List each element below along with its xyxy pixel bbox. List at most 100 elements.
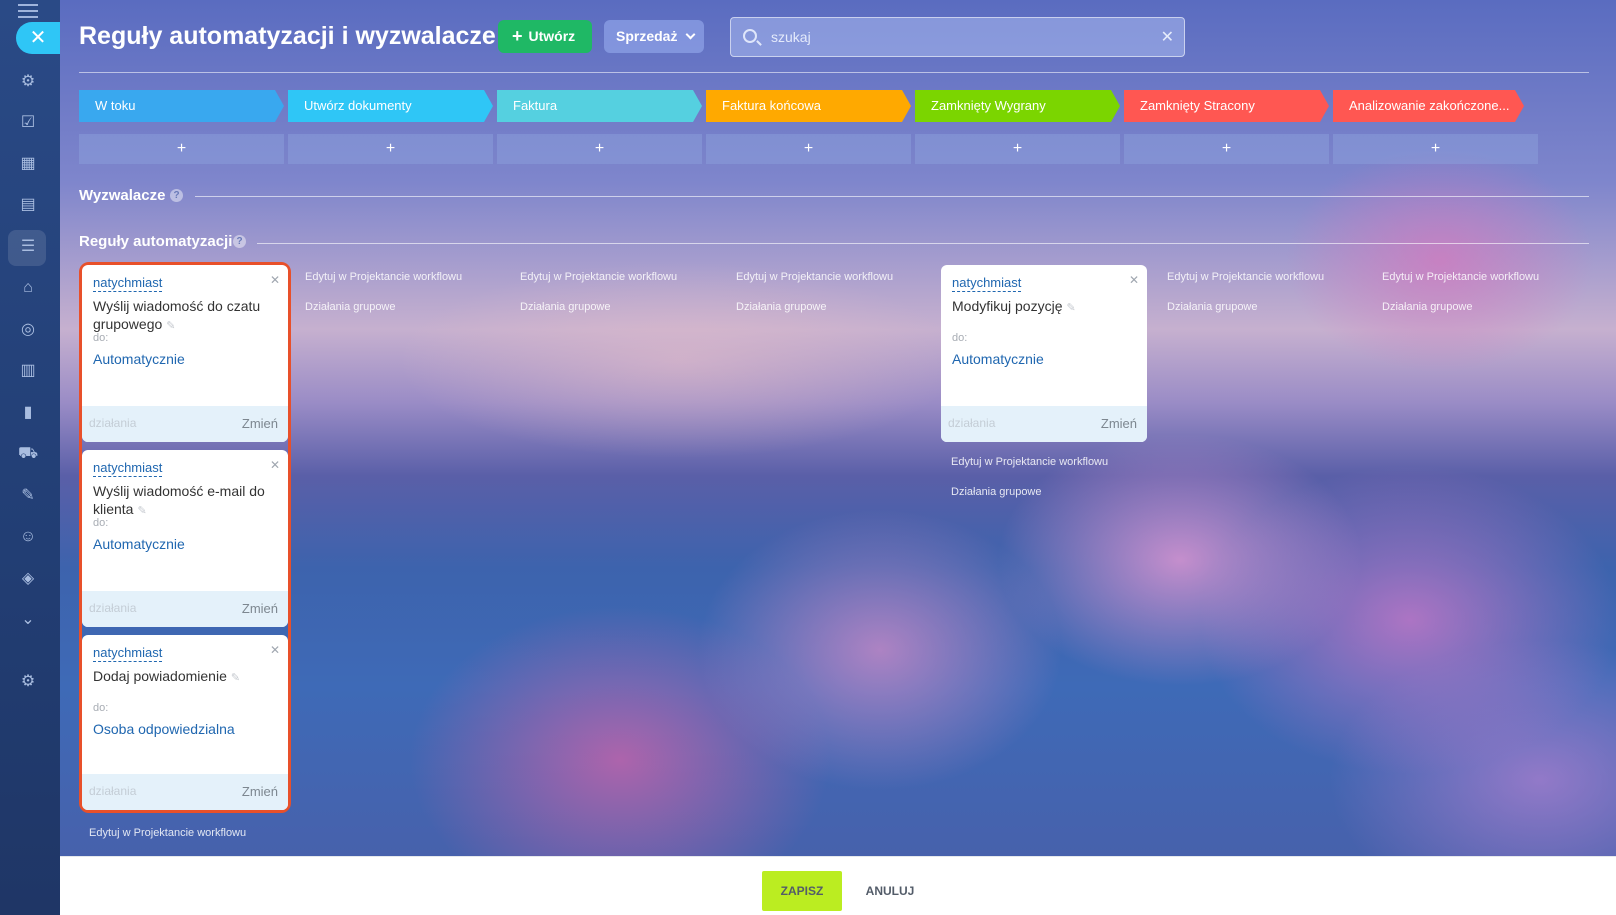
bottom-action-bar: ZAPISZ ANULUJ xyxy=(60,856,1616,915)
delete-rule-icon[interactable]: ✕ xyxy=(270,458,280,472)
stage-header: Faktura końcowa xyxy=(706,90,911,122)
delete-rule-icon[interactable]: ✕ xyxy=(270,643,280,657)
edit-in-designer-link[interactable]: Edytuj w Projektancie workflowu xyxy=(1167,271,1324,283)
edit-in-designer-link[interactable]: Edytuj w Projektancie workflowu xyxy=(89,827,246,839)
rule-to-label: do: xyxy=(93,517,109,529)
rule-recipient[interactable]: Osoba odpowiedzialna xyxy=(93,721,235,737)
search-input[interactable] xyxy=(771,18,1151,56)
tasks-icon[interactable]: ☑ xyxy=(18,113,38,133)
rule-card[interactable]: natychmiast ✕ Dodaj powiadomienie ✎ do: O… xyxy=(82,635,288,810)
stage-header: Zamknięty Wygrany xyxy=(915,90,1120,122)
edit-in-designer-link[interactable]: Edytuj w Projektancie workflowu xyxy=(951,456,1108,468)
header-divider xyxy=(79,72,1589,73)
add-trigger-button[interactable]: + xyxy=(288,134,493,164)
robot-icon[interactable]: ☺ xyxy=(18,527,38,547)
edit-pencil-icon[interactable]: ✎ xyxy=(1067,302,1076,314)
store-icon[interactable]: ⌂ xyxy=(18,278,38,298)
rule-change-button[interactable]: Zmień xyxy=(242,601,278,616)
add-trigger-button[interactable]: + xyxy=(1124,134,1329,164)
left-rail: ⚙ ☑ ▦ ▤ ☰ ⌂ ◎ ▥ ▮ ⛟ ✎ ☺ ◈ ⌄ ⚙ xyxy=(0,0,60,915)
group-actions-link[interactable]: Działania grupowe xyxy=(1167,301,1258,313)
help-icon[interactable]: ? xyxy=(233,235,246,248)
triggers-heading: Wyzwalacze xyxy=(79,187,166,204)
search-icon xyxy=(743,29,757,43)
rule-card-footer: działania Zmień xyxy=(941,406,1147,442)
group-actions-link[interactable]: Działania grupowe xyxy=(305,301,396,313)
help-icon[interactable]: ? xyxy=(170,189,183,202)
group-actions-link[interactable]: Działania grupowe xyxy=(951,486,1042,498)
rule-timing-link[interactable]: natychmiast xyxy=(93,275,163,292)
rule-card[interactable]: natychmiast ✕ Wyślij wiadomość do czatu … xyxy=(82,265,288,442)
add-trigger-button[interactable]: + xyxy=(1333,134,1538,164)
section-divider xyxy=(257,243,1589,244)
rule-change-button[interactable]: Zmień xyxy=(1101,416,1137,431)
rule-to-label: do: xyxy=(93,332,109,344)
edit-in-designer-link[interactable]: Edytuj w Projektancie workflowu xyxy=(1382,271,1539,283)
add-trigger-button[interactable]: + xyxy=(497,134,702,164)
rules-heading: Reguły automatyzacji xyxy=(79,233,233,250)
rule-name: Wyślij wiadomość e-mail do klienta ✎ xyxy=(93,483,265,517)
edit-in-designer-link[interactable]: Edytuj w Projektancie workflowu xyxy=(520,271,677,283)
group-actions-link[interactable]: Działania grupowe xyxy=(520,301,611,313)
edit-pencil-icon[interactable]: ✎ xyxy=(166,320,175,332)
settings-icon[interactable]: ⚙ xyxy=(18,672,38,692)
chat-icon[interactable]: ▤ xyxy=(18,195,38,215)
save-button[interactable]: ZAPISZ xyxy=(762,871,842,911)
clear-search-icon[interactable]: ✕ xyxy=(1161,27,1174,47)
rule-name: Wyślij wiadomość do czatu grupowego ✎ xyxy=(93,298,261,332)
delete-rule-icon[interactable]: ✕ xyxy=(270,273,280,287)
add-trigger-button[interactable]: + xyxy=(915,134,1120,164)
rule-change-button[interactable]: Zmień xyxy=(242,784,278,799)
chevron-down-icon[interactable]: ⌄ xyxy=(18,610,38,630)
rule-card[interactable]: natychmiast ✕ Modyfikuj pozycję ✎ do: Aut… xyxy=(941,265,1147,442)
rule-recipient[interactable]: Automatycznie xyxy=(952,351,1044,367)
funnel-icon[interactable]: ☰ xyxy=(18,237,38,257)
menu-icon[interactable] xyxy=(18,4,38,18)
group-actions-link[interactable]: Działania grupowe xyxy=(736,301,827,313)
calendar-icon[interactable]: ▦ xyxy=(18,154,38,174)
rule-actions-label: działania xyxy=(948,416,996,430)
analytics-icon[interactable]: ▮ xyxy=(18,403,38,423)
rule-card[interactable]: natychmiast ✕ Wyślij wiadomość e-mail do… xyxy=(82,450,288,627)
cancel-button[interactable]: ANULUJ xyxy=(860,871,920,911)
rule-name: Modyfikuj pozycję ✎ xyxy=(952,298,1076,314)
close-slider-button[interactable]: ✕ xyxy=(16,22,60,54)
close-icon: ✕ xyxy=(29,27,47,49)
stage-header: Faktura xyxy=(497,90,702,122)
stage-header: Zamknięty Stracony xyxy=(1124,90,1329,122)
group-actions-link[interactable]: Działania grupowe xyxy=(1382,301,1473,313)
rule-card-footer: działania Zmień xyxy=(82,774,288,810)
crm-icon[interactable]: ⚙ xyxy=(18,72,38,92)
rule-to-label: do: xyxy=(93,702,109,714)
create-button-label: Utwórz xyxy=(528,28,576,44)
rule-actions-label: działania xyxy=(89,601,137,615)
rule-recipient[interactable]: Automatycznie xyxy=(93,536,185,552)
rule-timing-link[interactable]: natychmiast xyxy=(93,460,163,477)
create-button[interactable]: + Utwórz xyxy=(498,20,592,53)
search-box: ✕ xyxy=(730,17,1185,57)
rule-timing-link[interactable]: natychmiast xyxy=(952,275,1022,292)
delete-rule-icon[interactable]: ✕ xyxy=(1129,273,1139,287)
sign-icon[interactable]: ✎ xyxy=(18,486,38,506)
plus-icon: + xyxy=(512,26,523,46)
box-icon[interactable]: ◈ xyxy=(18,569,38,589)
cart-icon[interactable]: ⛟ xyxy=(18,444,38,464)
stage-header: Analizowanie zakończone... xyxy=(1333,90,1524,122)
page-title: Reguły automatyzacji i wyzwalacze xyxy=(79,22,496,50)
target-icon[interactable]: ◎ xyxy=(18,320,38,340)
rule-name: Dodaj powiadomienie ✎ xyxy=(93,668,241,684)
rule-timing-link[interactable]: natychmiast xyxy=(93,645,163,662)
rule-change-button[interactable]: Zmień xyxy=(242,416,278,431)
category-label: Sprzedaż xyxy=(616,28,678,44)
stage-header: W toku xyxy=(79,90,284,122)
rule-card-footer: działania Zmień xyxy=(82,591,288,627)
rule-recipient[interactable]: Automatycznie xyxy=(93,351,185,367)
edit-in-designer-link[interactable]: Edytuj w Projektancie workflowu xyxy=(305,271,462,283)
schedule-icon[interactable]: ▥ xyxy=(18,361,38,381)
edit-pencil-icon[interactable]: ✎ xyxy=(231,672,240,684)
edit-in-designer-link[interactable]: Edytuj w Projektancie workflowu xyxy=(736,271,893,283)
add-trigger-button[interactable]: + xyxy=(79,134,284,164)
category-dropdown[interactable]: Sprzedaż xyxy=(604,20,704,53)
add-trigger-button[interactable]: + xyxy=(706,134,911,164)
edit-pencil-icon[interactable]: ✎ xyxy=(137,505,146,517)
